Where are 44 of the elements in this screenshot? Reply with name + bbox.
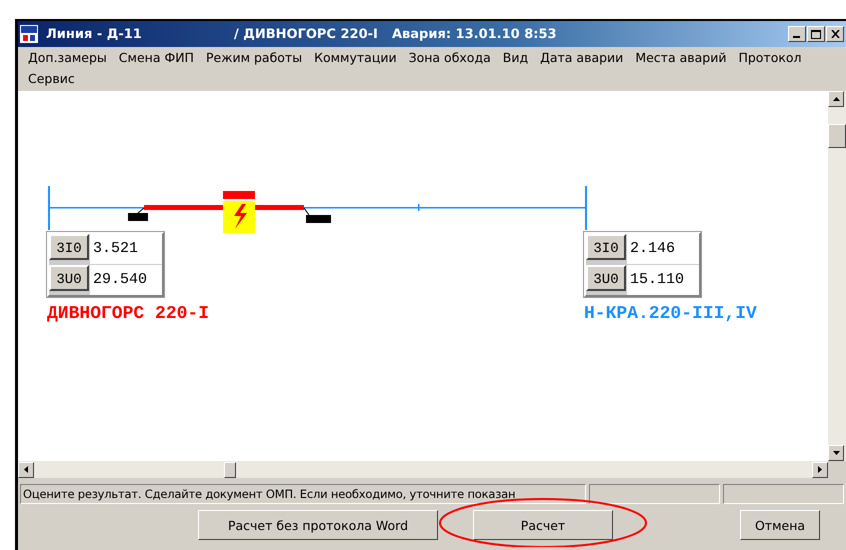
- reading-label[interactable]: 3I0: [49, 234, 89, 260]
- fault-time: Авария: 13.01.10 8:53: [392, 26, 557, 42]
- reading-value: 15.110: [627, 265, 699, 295]
- scroll-up-button[interactable]: [828, 91, 844, 107]
- scroll-right-button[interactable]: [812, 462, 828, 478]
- reading-value: 2.146: [627, 234, 699, 264]
- minimize-button[interactable]: [788, 26, 806, 42]
- menu-item[interactable]: Вид: [496, 49, 534, 66]
- menu-item[interactable]: Дата аварии: [534, 49, 630, 66]
- status-message: Оцените результат. Сделайте документ ОМП. Если необходимо, уточните показан: [20, 484, 586, 504]
- menu-item[interactable]: Зона обхода: [402, 49, 497, 66]
- menu-item[interactable]: Сервис: [22, 70, 81, 87]
- up-arrow-icon: [832, 97, 840, 101]
- left-arrow-icon: [24, 466, 28, 473]
- action-button[interactable]: Отмена: [740, 510, 820, 540]
- reading-label[interactable]: 3U0: [586, 265, 626, 291]
- maximize-button[interactable]: [807, 26, 825, 42]
- scroll-left-button[interactable]: [18, 462, 34, 478]
- action-button[interactable]: Расчет: [473, 510, 613, 540]
- close-icon: [830, 30, 840, 38]
- reading-label[interactable]: 3U0: [49, 265, 89, 291]
- window-title: Линия - Д-11: [46, 26, 143, 42]
- menu-item[interactable]: Доп.замеры: [22, 49, 113, 66]
- close-button[interactable]: [826, 26, 844, 42]
- maximize-icon: [811, 30, 821, 38]
- fault-marker-icon: [223, 191, 255, 233]
- scroll-down-button[interactable]: [828, 445, 844, 461]
- menu-item[interactable]: Места аварий: [629, 49, 732, 66]
- menu-item[interactable]: Смена ФИП: [112, 49, 200, 66]
- right-arrow-icon: [818, 466, 822, 473]
- menu-item[interactable]: Протокол: [732, 49, 808, 66]
- menu-item[interactable]: Коммутации: [308, 49, 403, 66]
- scroll-thumb[interactable]: [224, 462, 236, 478]
- scroll-thumb[interactable]: [828, 124, 846, 148]
- line-name: / ДИВНОГОРС 220-I: [234, 26, 379, 42]
- down-arrow-icon: [832, 451, 840, 455]
- substation-name: ДИВНОГОРС 220-I: [47, 304, 210, 324]
- menu-item[interactable]: Режим работы: [200, 49, 308, 66]
- reading-label[interactable]: 3I0: [586, 234, 626, 260]
- reading-value: 29.540: [90, 265, 162, 295]
- substation-name: Н-КРА.220-III,IV: [584, 304, 757, 324]
- action-button[interactable]: Расчет без протокола Word: [198, 510, 438, 540]
- app-icon: [20, 25, 38, 43]
- reading-value: 3.521: [90, 234, 162, 264]
